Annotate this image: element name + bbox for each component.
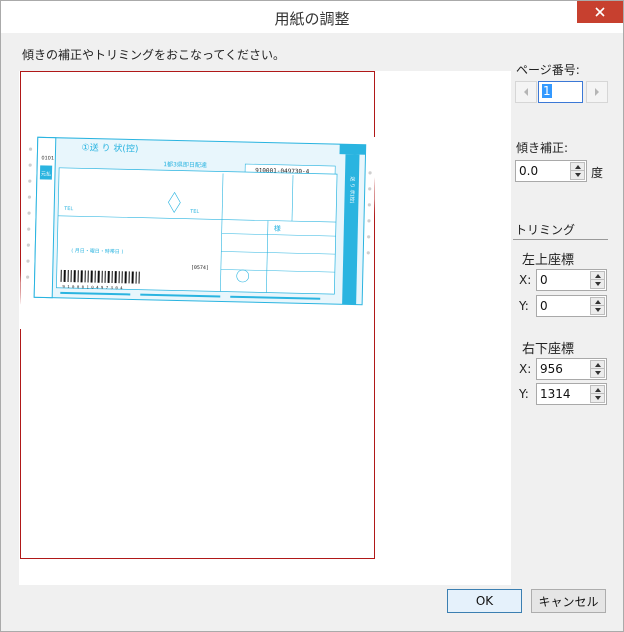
- close-icon: [595, 7, 605, 17]
- bottom-right-y-label: Y:: [519, 387, 529, 401]
- slip-honorific: 様: [274, 224, 281, 233]
- bottom-right-x-down-button[interactable]: [590, 369, 605, 378]
- bottom-right-y-down-button[interactable]: [590, 394, 605, 403]
- scanned-slip-image: 元払 0101 ①送 り 状(控) 1都3県即日配達 910001-049730…: [19, 129, 376, 337]
- top-left-y-input[interactable]: 0: [536, 295, 607, 317]
- caret-down-icon: [594, 396, 601, 400]
- next-page-button[interactable]: [586, 81, 608, 103]
- page-number-input[interactable]: 1: [538, 81, 583, 103]
- top-left-y-down-button[interactable]: [590, 306, 605, 315]
- page-number-value: 1: [542, 84, 552, 98]
- top-left-x-label: X:: [519, 273, 532, 287]
- slip-tel-2: TEL: [189, 209, 199, 215]
- bottom-right-y-spinner[interactable]: [590, 385, 605, 403]
- caret-up-icon: [594, 299, 601, 304]
- caret-down-icon: [594, 308, 601, 312]
- instruction-text: 傾きの補正やトリミングをおこなってください。: [22, 48, 286, 62]
- skew-label: 傾き補正:: [516, 141, 569, 155]
- caret-up-icon: [594, 387, 601, 392]
- page-number-label: ページ番号:: [516, 63, 580, 77]
- bottom-right-x-value: 956: [540, 362, 563, 376]
- slip-service: 1都3県即日配達: [163, 160, 207, 169]
- skew-up-button[interactable]: [570, 162, 585, 171]
- top-left-y-label: Y:: [519, 299, 529, 313]
- top-left-label: 左上座標: [522, 253, 575, 268]
- caret-up-icon: [574, 164, 581, 169]
- cancel-button[interactable]: キャンセル: [531, 589, 606, 613]
- close-button[interactable]: [577, 1, 623, 23]
- top-left-x-down-button[interactable]: [590, 280, 605, 289]
- window-title: 用紙の調整: [274, 10, 350, 28]
- bottom-right-y-value: 1314: [540, 387, 571, 401]
- top-left-x-spinner[interactable]: [590, 271, 605, 289]
- trimming-divider: [513, 239, 608, 240]
- top-left-x-input[interactable]: 0: [536, 269, 607, 291]
- slip-box-label: 元払: [41, 170, 51, 177]
- chevron-right-icon: [595, 88, 599, 96]
- slip-number-tag: [0574]: [191, 265, 209, 271]
- bottom-right-x-input[interactable]: 956: [536, 358, 607, 380]
- skew-unit: 度: [591, 166, 604, 180]
- bottom-right-y-up-button[interactable]: [590, 385, 605, 394]
- prev-page-button[interactable]: [515, 81, 537, 103]
- ok-button[interactable]: OK: [447, 589, 522, 613]
- caret-up-icon: [594, 273, 601, 278]
- slip-tel-1: TEL: [63, 206, 73, 212]
- top-left-y-up-button[interactable]: [590, 297, 605, 306]
- bottom-right-x-up-button[interactable]: [590, 360, 605, 369]
- trimming-label: トリミング: [515, 223, 576, 237]
- top-left-y-spinner[interactable]: [590, 297, 605, 315]
- bottom-right-label: 右下座標: [522, 342, 575, 357]
- bottom-right-x-spinner[interactable]: [590, 360, 605, 378]
- skew-spinner[interactable]: [570, 162, 585, 180]
- skew-down-button[interactable]: [570, 171, 585, 180]
- caret-down-icon: [594, 282, 601, 286]
- caret-down-icon: [594, 371, 601, 375]
- slip-date-line: ( 月日・曜日・時帯日 ): [71, 247, 123, 255]
- dialog-window: 用紙の調整 傾きの補正やトリミングをおこなってください。 元払 0101 ①送 …: [0, 0, 624, 632]
- title-bar: 用紙の調整: [1, 1, 623, 33]
- skew-input[interactable]: 0.0: [515, 160, 587, 182]
- bottom-right-x-label: X:: [519, 362, 532, 376]
- slip-code: 0101: [41, 155, 54, 161]
- top-left-x-value: 0: [540, 273, 548, 287]
- chevron-left-icon: [524, 88, 528, 96]
- caret-up-icon: [594, 362, 601, 367]
- skew-value: 0.0: [519, 164, 539, 178]
- caret-down-icon: [574, 173, 581, 177]
- bottom-right-y-input[interactable]: 1314: [536, 383, 607, 405]
- top-left-y-value: 0: [540, 299, 548, 313]
- top-left-x-up-button[interactable]: [590, 271, 605, 280]
- slip-side-label: 送 り 状(控): [348, 176, 356, 203]
